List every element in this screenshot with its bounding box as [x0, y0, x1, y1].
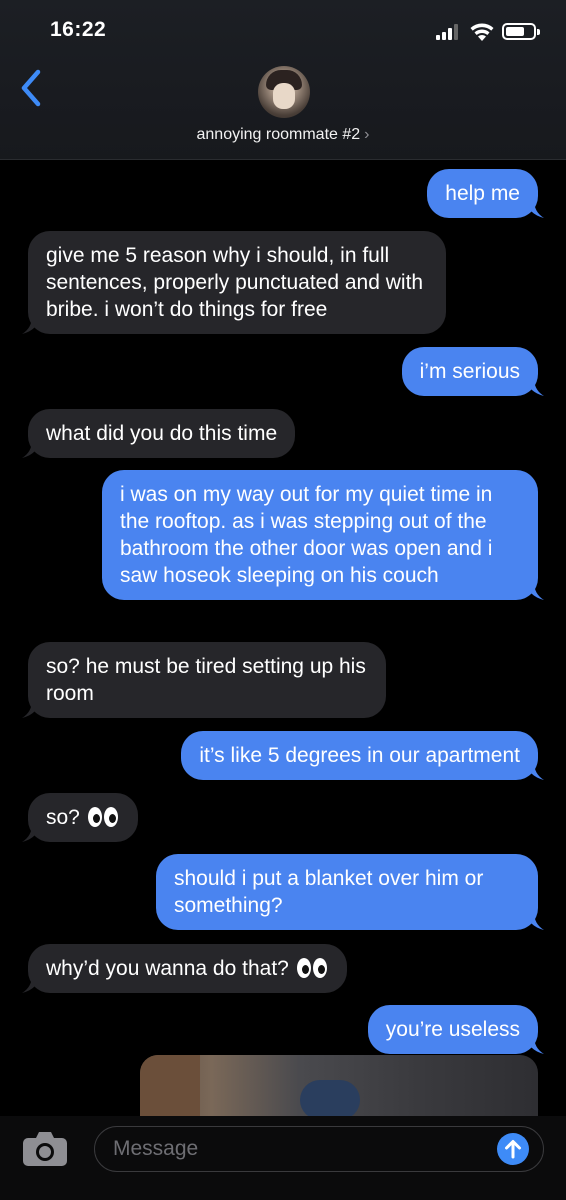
message-input[interactable]	[113, 1135, 483, 1163]
message-text: so? he must be tired setting up his room	[46, 655, 366, 705]
eyes-emoji-icon	[87, 807, 120, 827]
chevron-right-icon: ›	[364, 126, 370, 143]
photo-message[interactable]	[140, 1055, 538, 1125]
contact-name: annoying roommate #2	[196, 126, 361, 143]
message-text: should i put a blanket over him or somet…	[174, 867, 484, 917]
contact-name-button[interactable]: annoying roommate #2 ›	[0, 126, 566, 144]
message-text: so?	[46, 806, 80, 829]
status-bar: 16:22	[0, 0, 566, 62]
message-text: what did you do this time	[46, 422, 278, 445]
message-text: you’re useless	[385, 1018, 520, 1041]
camera-icon[interactable]	[22, 1131, 68, 1167]
wifi-icon	[470, 23, 494, 41]
message-bubble-outgoing[interactable]: should i put a blanket over him or somet…	[156, 854, 544, 930]
message-text: help me	[445, 182, 520, 205]
message-bubble-outgoing[interactable]: it’s like 5 degrees in our apartment	[181, 731, 544, 780]
message-bubble-incoming[interactable]: so? he must be tired setting up his room	[22, 642, 386, 718]
message-bubble-outgoing[interactable]: you’re useless	[367, 1005, 544, 1054]
message-text: why’d you wanna do that?	[46, 957, 289, 980]
back-chevron-icon[interactable]	[16, 66, 46, 110]
send-button[interactable]	[497, 1133, 529, 1165]
message-input-field[interactable]	[94, 1126, 544, 1172]
contact-avatar[interactable]	[258, 66, 310, 118]
status-time: 16:22	[50, 18, 107, 41]
message-bubble-incoming[interactable]: what did you do this time	[22, 409, 296, 458]
message-bubble-incoming[interactable]: why’d you wanna do that?	[22, 944, 347, 993]
message-bubble-outgoing[interactable]: i was on my way out for my quiet time in…	[102, 470, 544, 600]
arrow-up-icon	[505, 1140, 521, 1159]
message-bubble-outgoing[interactable]: i’m serious	[401, 347, 544, 396]
message-text: give me 5 reason why i should, in full s…	[46, 244, 424, 321]
message-text: i’m serious	[419, 360, 520, 383]
header-divider	[0, 159, 566, 160]
signal-icon	[436, 24, 462, 40]
message-bubble-incoming[interactable]: give me 5 reason why i should, in full s…	[22, 231, 446, 334]
eyes-emoji-icon	[296, 958, 329, 978]
message-bubble-outgoing[interactable]: help me	[427, 169, 544, 218]
message-bubble-incoming[interactable]: so?	[22, 793, 138, 842]
battery-icon	[502, 23, 540, 40]
message-text: it’s like 5 degrees in our apartment	[199, 744, 520, 767]
message-text: i was on my way out for my quiet time in…	[120, 483, 493, 587]
